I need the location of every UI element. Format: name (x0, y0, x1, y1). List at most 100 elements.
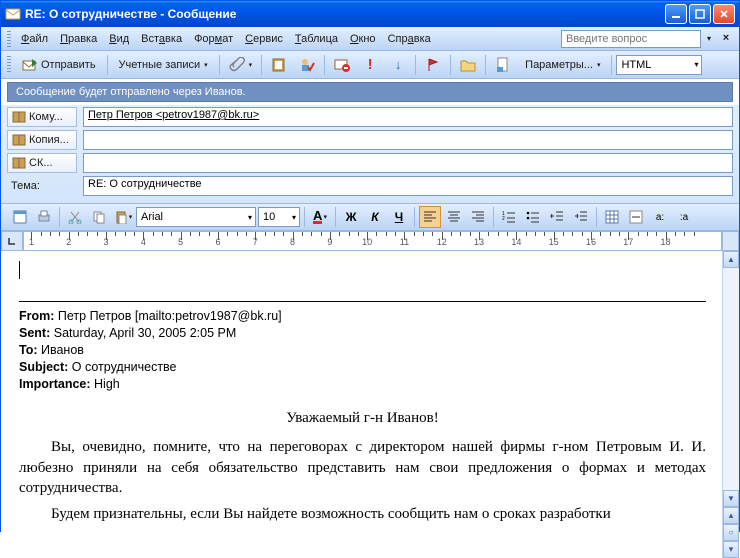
ins-item-button[interactable] (490, 54, 516, 76)
check-names-icon (299, 57, 315, 73)
toolbar-grip[interactable] (7, 31, 11, 47)
sent-value: Saturday, April 30, 2005 2:05 PM (54, 326, 237, 340)
ruler[interactable]: 123456789101112131415161718 (23, 231, 722, 251)
menubar: Файл Правка Вид Вставка Формат Сервис Та… (1, 27, 739, 51)
page-icon (495, 57, 511, 73)
menu-window[interactable]: Окно (344, 31, 382, 47)
titlebar: RE: О сотрудничестве - Сообщение (1, 1, 739, 27)
body-para-1: Вы, очевидно, помните, что на переговора… (19, 437, 706, 498)
chevron-down-icon: ▾ (244, 213, 252, 222)
scroll-down-button[interactable]: ▼ (723, 490, 739, 507)
options-button[interactable]: Параметры...▾ (518, 54, 607, 76)
copy-button[interactable] (88, 206, 110, 228)
folder-button[interactable] (455, 54, 481, 76)
close-button[interactable] (713, 4, 735, 24)
permission-button[interactable] (329, 54, 355, 76)
menu-view[interactable]: Вид (103, 31, 135, 47)
address-book-button[interactable] (266, 54, 292, 76)
reply-separator (19, 301, 706, 302)
rtl-button[interactable]: :a (673, 206, 695, 228)
align-left-button[interactable] (419, 206, 441, 228)
options-label: Параметры... (525, 59, 593, 71)
accounts-label: Учетные записи (119, 59, 201, 71)
text-cursor (19, 261, 20, 279)
send-label: Отправить (41, 59, 96, 71)
menu-table[interactable]: Таблица (289, 31, 344, 47)
maximize-button[interactable] (689, 4, 711, 24)
chevron-down-icon: ▾ (690, 60, 698, 69)
orig-to-label: To: (19, 343, 38, 357)
close-menubar-button[interactable]: × (719, 32, 733, 46)
scroll-up-button[interactable]: ▲ (723, 251, 739, 268)
orig-subject-label: Subject: (19, 360, 68, 374)
ltr-button[interactable]: a: (649, 206, 671, 228)
info-bar-text: Сообщение будет отправлено через Иванов. (16, 86, 246, 98)
insert-table-button[interactable] (601, 206, 623, 228)
accounts-button[interactable]: Учетные записи▾ (112, 54, 215, 76)
insert-hr-button[interactable] (625, 206, 647, 228)
minimize-button[interactable] (665, 4, 687, 24)
menu-insert[interactable]: Вставка (135, 31, 188, 47)
flag-button[interactable] (420, 54, 446, 76)
next-page-button[interactable]: ▾ (723, 541, 739, 558)
menu-file[interactable]: Файл (15, 31, 54, 47)
prev-page-button[interactable]: ▴ (723, 507, 739, 524)
outdent-button[interactable] (546, 206, 568, 228)
align-center-button[interactable] (443, 206, 465, 228)
importance-low-button[interactable]: ↓ (385, 54, 411, 76)
font-size-combo[interactable]: 10 ▾ (258, 207, 300, 227)
book-icon (12, 111, 26, 123)
book-icon (12, 157, 26, 169)
message-format-combo[interactable]: HTML ▾ (616, 55, 702, 75)
from-label: From: (19, 309, 54, 323)
toolbar-grip[interactable] (7, 56, 11, 74)
cut-button[interactable] (64, 206, 86, 228)
importance-low-icon: ↓ (390, 57, 406, 73)
print-layout-button[interactable] (9, 206, 31, 228)
ask-dropdown[interactable]: ▾ (704, 34, 714, 43)
bullet-list-button[interactable] (522, 206, 544, 228)
ask-question-input[interactable] (561, 30, 701, 48)
bcc-button[interactable]: СК... (7, 153, 77, 173)
to-button[interactable]: Кому... (7, 107, 77, 127)
mail-toolbar: Отправить Учетные записи▾ ▾ ! ↓ Параметр… (1, 51, 739, 79)
menu-format[interactable]: Формат (188, 31, 239, 47)
message-body[interactable]: From: Петр Петров [mailto:petrov1987@bk.… (1, 251, 722, 558)
tab-selector[interactable] (1, 231, 23, 251)
send-button[interactable]: Отправить (15, 54, 103, 76)
cc-button[interactable]: Копия... (7, 130, 77, 150)
paste-button[interactable]: ▾ (112, 206, 134, 228)
bold-button[interactable]: Ж (340, 206, 362, 228)
select-browse-button[interactable]: ○ (723, 524, 739, 541)
font-combo[interactable]: Arial ▾ (136, 207, 256, 227)
check-names-button[interactable] (294, 54, 320, 76)
font-size-value: 10 (263, 211, 275, 223)
to-label: Кому... (29, 111, 63, 123)
importance-high-icon: ! (362, 57, 378, 73)
align-right-button[interactable] (467, 206, 489, 228)
indent-button[interactable] (570, 206, 592, 228)
menu-edit[interactable]: Правка (54, 31, 103, 47)
message-header-fields: Кому... Петр Петров <petrov1987@bk.ru> К… (1, 105, 739, 203)
print-button[interactable] (33, 206, 55, 228)
message-format-value: HTML (621, 59, 651, 71)
salutation: Уважаемый г-н Иванов! (19, 410, 706, 427)
cc-input[interactable] (83, 130, 733, 150)
scroll-track[interactable] (723, 268, 739, 490)
to-input[interactable]: Петр Петров <petrov1987@bk.ru> (83, 107, 733, 127)
menu-tools[interactable]: Сервис (239, 31, 289, 47)
underline-button[interactable]: Ч (388, 206, 410, 228)
attach-button[interactable]: ▾ (224, 54, 258, 76)
bcc-input[interactable] (83, 153, 733, 173)
message-body-area: From: Петр Петров [mailto:petrov1987@bk.… (1, 251, 739, 558)
numbered-list-button[interactable]: 12 (498, 206, 520, 228)
paperclip-icon (229, 57, 245, 73)
subject-input[interactable]: RE: О сотрудничестве (83, 176, 733, 196)
menu-help[interactable]: Справка (382, 31, 437, 47)
font-value: Arial (141, 211, 163, 223)
italic-button[interactable]: К (364, 206, 386, 228)
importance-high-button[interactable]: ! (357, 54, 383, 76)
font-color-button[interactable]: A▾ (309, 206, 331, 228)
cc-label: Копия... (29, 134, 69, 146)
vertical-scrollbar[interactable]: ▲ ▼ ▴ ○ ▾ (722, 251, 739, 558)
